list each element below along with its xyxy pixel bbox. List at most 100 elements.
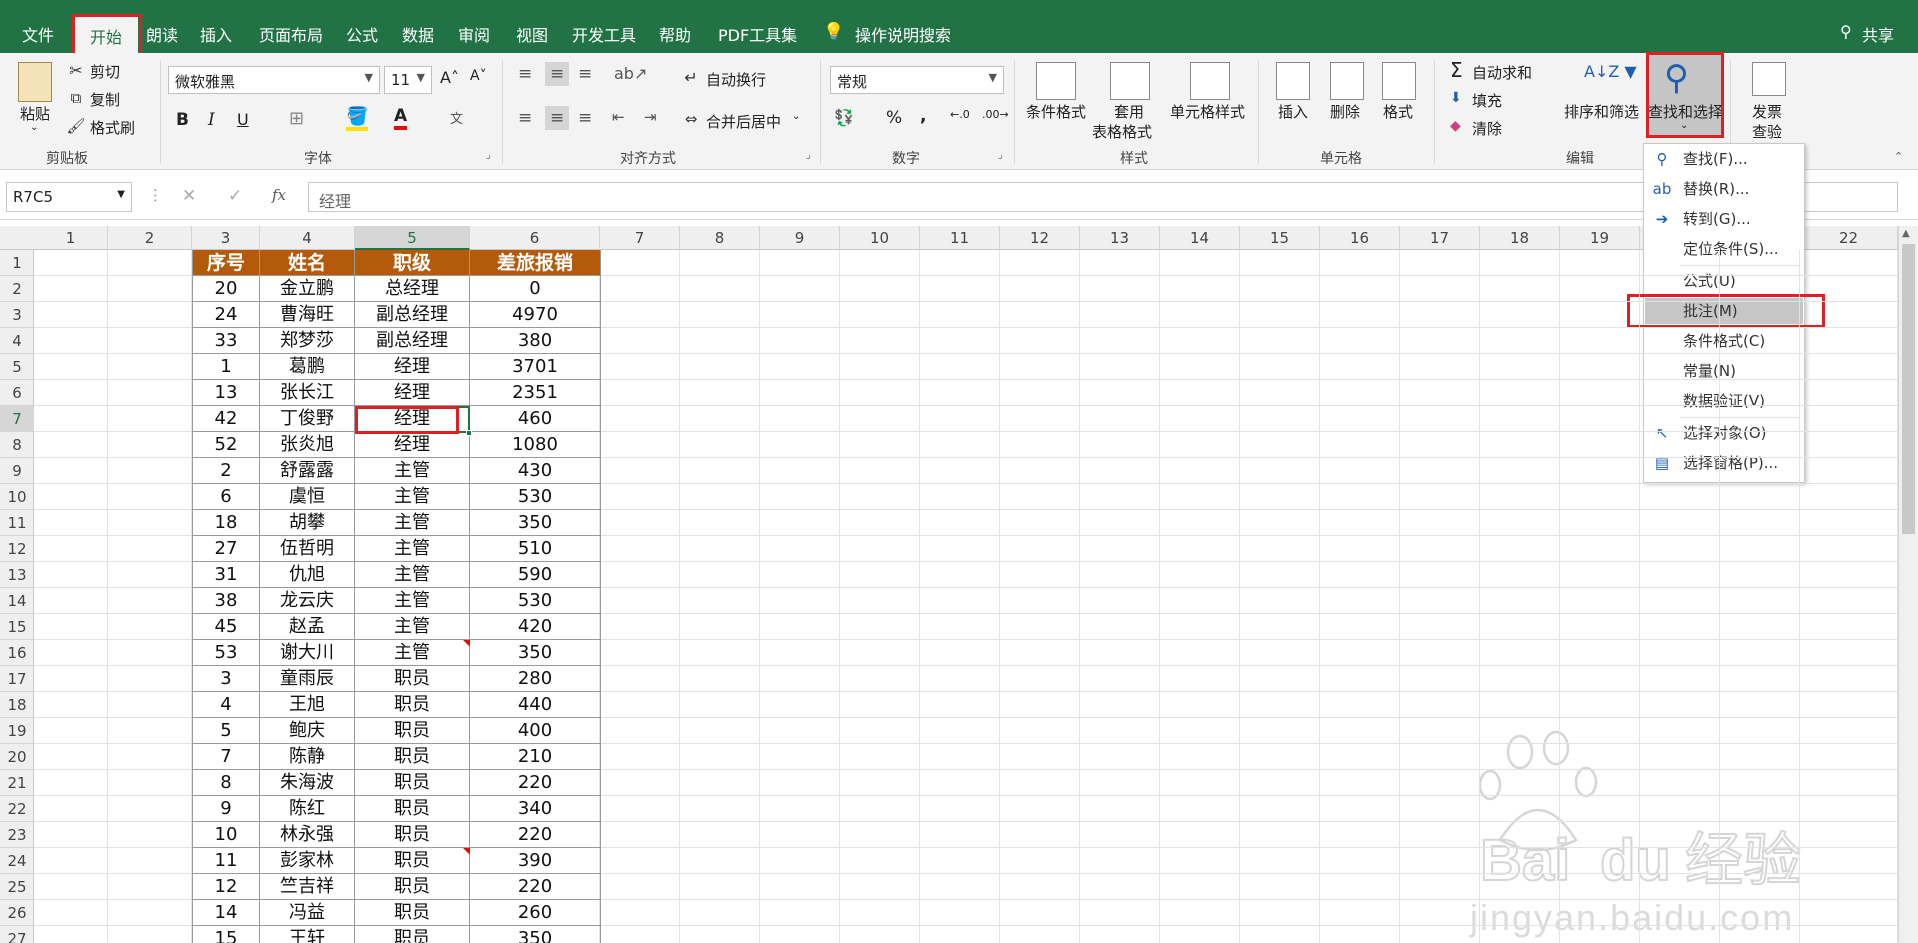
find-menu-item[interactable]: 定位条件(S)... bbox=[1645, 236, 1803, 262]
table-cell-level[interactable]: 主管 bbox=[355, 536, 470, 562]
cut-button[interactable]: 剪切 bbox=[90, 61, 120, 82]
row-header[interactable]: 2 bbox=[0, 276, 34, 302]
column-header[interactable]: 18 bbox=[1480, 226, 1560, 250]
table-cell-expense[interactable]: 590 bbox=[470, 562, 601, 588]
align-bottom-icon[interactable]: ≡ bbox=[578, 64, 592, 84]
tab-developer[interactable]: 开发工具 bbox=[572, 22, 636, 46]
table-cell-seq[interactable]: 10 bbox=[192, 822, 260, 848]
table-cell-name[interactable]: 陈静 bbox=[260, 744, 355, 770]
bold-button[interactable]: B bbox=[176, 110, 189, 130]
table-cell-seq[interactable]: 45 bbox=[192, 614, 260, 640]
row-header[interactable]: 25 bbox=[0, 874, 34, 900]
table-cell-name[interactable]: 胡攀 bbox=[260, 510, 355, 536]
table-cell-seq[interactable]: 3 bbox=[192, 666, 260, 692]
share-button[interactable]: 共享 bbox=[1862, 22, 1894, 46]
table-cell-seq[interactable]: 14 bbox=[192, 900, 260, 926]
column-header[interactable]: 4 bbox=[260, 226, 355, 250]
table-cell-name[interactable]: 鲍庆 bbox=[260, 718, 355, 744]
paste-dropdown-icon[interactable]: ⌄ bbox=[30, 122, 38, 133]
scroll-thumb[interactable] bbox=[1902, 244, 1915, 534]
table-cell-seq[interactable]: 13 bbox=[192, 380, 260, 406]
row-header[interactable]: 9 bbox=[0, 458, 34, 484]
align-right-icon[interactable]: ≡ bbox=[578, 108, 592, 128]
font-color-icon[interactable]: A bbox=[394, 106, 408, 130]
cell-styles-button[interactable]: 单元格样式 bbox=[1170, 101, 1245, 122]
table-cell-name[interactable]: 陈红 bbox=[260, 796, 355, 822]
table-cell-expense[interactable]: 440 bbox=[470, 692, 601, 718]
row-header[interactable]: 11 bbox=[0, 510, 34, 536]
find-menu-item[interactable]: 条件格式(C) bbox=[1645, 328, 1803, 354]
row-header[interactable]: 8 bbox=[0, 432, 34, 458]
column-header[interactable]: 11 bbox=[920, 226, 1000, 250]
row-header[interactable]: 1 bbox=[0, 250, 34, 276]
italic-button[interactable]: I bbox=[208, 110, 215, 130]
align-middle-icon[interactable]: ≡ bbox=[545, 62, 570, 86]
table-cell-expense[interactable]: 2351 bbox=[470, 380, 601, 406]
font-size-combo[interactable]: 11 ▼ bbox=[384, 66, 432, 94]
table-cell-name[interactable]: 葛鹏 bbox=[260, 354, 355, 380]
scroll-up-icon[interactable]: ▲ bbox=[1902, 228, 1910, 239]
table-header-expense[interactable]: 差旅报销 bbox=[470, 250, 601, 276]
table-cell-expense[interactable]: 510 bbox=[470, 536, 601, 562]
find-menu-item[interactable]: 数据验证(V) bbox=[1645, 388, 1803, 414]
border-icon[interactable]: ⊞ bbox=[289, 108, 304, 129]
format-cells-button[interactable]: 格式 bbox=[1383, 101, 1413, 122]
table-cell-level[interactable]: 总经理 bbox=[355, 276, 470, 302]
table-cell-level[interactable]: 经理 bbox=[355, 432, 470, 458]
dialog-launcher-icon[interactable]: ⌟ bbox=[486, 150, 491, 161]
tab-page-layout[interactable]: 页面布局 bbox=[259, 22, 323, 46]
table-header-level[interactable]: 职级 bbox=[355, 250, 470, 276]
table-cell-level[interactable]: 职员 bbox=[355, 900, 470, 926]
row-header[interactable]: 4 bbox=[0, 328, 34, 354]
table-cell-level[interactable]: 主管 bbox=[355, 640, 470, 666]
row-header[interactable]: 18 bbox=[0, 692, 34, 718]
tab-help[interactable]: 帮助 bbox=[659, 22, 691, 46]
table-cell-expense[interactable]: 380 bbox=[470, 328, 601, 354]
column-header[interactable]: 14 bbox=[1160, 226, 1240, 250]
table-cell-expense[interactable]: 350 bbox=[470, 640, 601, 666]
table-cell-seq[interactable]: 11 bbox=[192, 848, 260, 874]
table-cell-level[interactable]: 副总经理 bbox=[355, 328, 470, 354]
table-cell-seq[interactable]: 27 bbox=[192, 536, 260, 562]
column-header[interactable]: 17 bbox=[1400, 226, 1480, 250]
row-header[interactable]: 3 bbox=[0, 302, 34, 328]
table-cell-expense[interactable]: 220 bbox=[470, 822, 601, 848]
table-cell-name[interactable]: 金立鹏 bbox=[260, 276, 355, 302]
align-center-icon[interactable]: ≡ bbox=[545, 106, 570, 130]
fill-handle[interactable] bbox=[466, 430, 472, 436]
align-top-icon[interactable]: ≡ bbox=[518, 64, 532, 84]
decrease-decimal-icon[interactable]: .00→ bbox=[982, 108, 1009, 121]
percent-button[interactable]: % bbox=[886, 108, 902, 128]
row-header[interactable]: 12 bbox=[0, 536, 34, 562]
table-cell-seq[interactable]: 38 bbox=[192, 588, 260, 614]
find-menu-item[interactable]: ⚲ 查找(F)... bbox=[1645, 146, 1803, 172]
table-cell-level[interactable]: 职员 bbox=[355, 822, 470, 848]
row-header[interactable]: 23 bbox=[0, 822, 34, 848]
insert-cells-button[interactable]: 插入 bbox=[1278, 101, 1308, 122]
table-cell-expense[interactable]: 260 bbox=[470, 900, 601, 926]
table-cell-seq[interactable]: 7 bbox=[192, 744, 260, 770]
comma-button[interactable]: , bbox=[920, 106, 926, 126]
table-cell-name[interactable]: 郑梦莎 bbox=[260, 328, 355, 354]
conditional-format-button[interactable]: 条件格式 bbox=[1026, 101, 1086, 122]
tab-insert[interactable]: 插入 bbox=[200, 22, 232, 46]
table-cell-name[interactable]: 仇旭 bbox=[260, 562, 355, 588]
table-cell-expense[interactable]: 400 bbox=[470, 718, 601, 744]
table-cell-level[interactable]: 主管 bbox=[355, 458, 470, 484]
table-cell-name[interactable]: 虞恒 bbox=[260, 484, 355, 510]
table-cell-seq[interactable]: 53 bbox=[192, 640, 260, 666]
table-cell-seq[interactable]: 52 bbox=[192, 432, 260, 458]
tab-view[interactable]: 视图 bbox=[516, 22, 548, 46]
table-cell-seq[interactable]: 31 bbox=[192, 562, 260, 588]
table-cell-expense[interactable]: 220 bbox=[470, 770, 601, 796]
table-cell-level[interactable]: 职员 bbox=[355, 926, 470, 943]
table-cell-name[interactable]: 丁俊野 bbox=[260, 406, 355, 432]
table-cell-name[interactable]: 彭家林 bbox=[260, 848, 355, 874]
column-header[interactable]: 12 bbox=[1000, 226, 1080, 250]
number-format-combo[interactable]: 常规 ▼ bbox=[830, 66, 1004, 94]
table-cell-level[interactable]: 职员 bbox=[355, 848, 470, 874]
table-cell-expense[interactable]: 210 bbox=[470, 744, 601, 770]
table-cell-level[interactable]: 经理 bbox=[355, 354, 470, 380]
table-cell-name[interactable]: 赵孟 bbox=[260, 614, 355, 640]
table-cell-expense[interactable]: 340 bbox=[470, 796, 601, 822]
